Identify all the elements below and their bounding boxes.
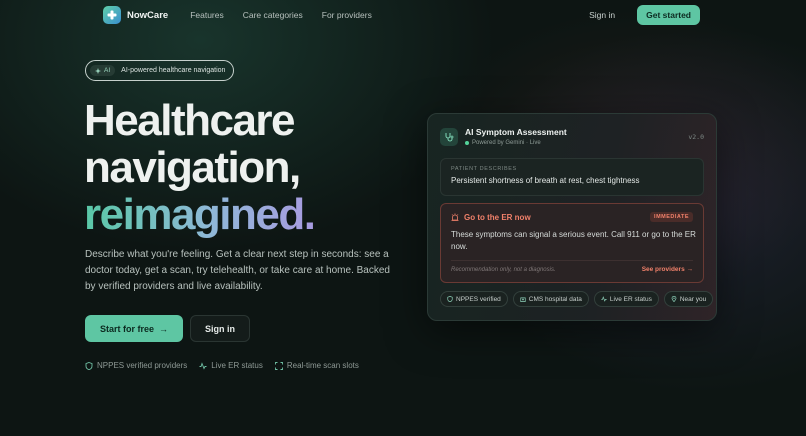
nav-links: Features Care categories For providers xyxy=(190,10,372,20)
start-free-label: Start for free xyxy=(99,323,154,334)
chip-nppes[interactable]: NPPES verified xyxy=(440,291,508,307)
er-divider xyxy=(451,260,693,261)
trust-item-scan: Real-time scan slots xyxy=(274,361,359,370)
nav-actions: Sign in Get started xyxy=(589,5,700,25)
scan-icon xyxy=(274,361,283,370)
logo-icon[interactable] xyxy=(103,6,121,24)
sparkle-icon xyxy=(95,67,101,74)
location-pin-icon xyxy=(671,296,677,302)
chip-near-you-label: Near you xyxy=(679,295,707,303)
card-subtitle: Powered by Gemini · Live xyxy=(465,140,567,146)
live-dot-icon xyxy=(465,141,469,145)
nav-link-features[interactable]: Features xyxy=(190,10,224,20)
ai-pill-text: AI-powered healthcare navigation xyxy=(121,67,226,74)
er-title: Go to the ER now xyxy=(464,212,531,222)
card-chips: NPPES verified CMS hospital data Live ER… xyxy=(440,291,714,307)
card-subtitle-text: Powered by Gemini · Live xyxy=(472,140,541,146)
siren-icon xyxy=(451,213,459,221)
er-header: Go to the ER now IMMEDIATE xyxy=(451,212,693,222)
hero-description: Describe what you're feeling. Get a clea… xyxy=(85,249,390,292)
headline-line-1: Healthcare xyxy=(84,96,296,145)
arrow-right-icon: → xyxy=(686,266,694,273)
chip-er-status-label: Live ER status xyxy=(609,295,652,303)
shield-icon xyxy=(85,361,93,370)
chip-nppes-label: NPPES verified xyxy=(456,295,501,303)
arrow-right-icon: → xyxy=(159,323,168,334)
hero-signin-button[interactable]: Sign in xyxy=(190,315,250,342)
hospital-icon xyxy=(520,297,526,302)
hero-headline: Healthcare navigation, reimagined. xyxy=(84,96,316,239)
chip-er-status[interactable]: Live ER status xyxy=(593,291,659,307)
ai-badge-label: AI xyxy=(104,67,111,74)
brand-name[interactable]: NowCare xyxy=(127,10,168,21)
chip-cms[interactable]: CMS hospital data xyxy=(512,291,589,307)
stethoscope-icon xyxy=(440,127,458,146)
chip-near-you[interactable]: Near you xyxy=(663,291,714,307)
see-providers-label: See providers xyxy=(641,266,685,273)
shield-icon xyxy=(447,296,453,302)
nav-link-for-providers[interactable]: For providers xyxy=(322,10,372,20)
patient-text: Persistent shortness of breath at rest, … xyxy=(451,176,640,185)
trust-item-nppes: NPPES verified providers xyxy=(85,361,187,370)
top-nav: NowCare Features Care categories For pro… xyxy=(103,5,700,25)
see-providers-link[interactable]: See providers → xyxy=(642,266,693,273)
trust-item-nppes-label: NPPES verified providers xyxy=(97,361,188,370)
pulse-icon xyxy=(601,296,607,302)
symptom-assessment-card: AI Symptom Assessment Powered by Gemini … xyxy=(427,113,717,321)
patient-box: PATIENT DESCRIBES Persistent shortness o… xyxy=(440,158,704,196)
headline-line-3: reimagined. xyxy=(84,190,316,239)
chip-cms-label: CMS hospital data xyxy=(528,295,582,303)
immediate-badge: IMMEDIATE xyxy=(650,212,693,222)
version-label: v2.0 xyxy=(688,133,704,141)
card-header: AI Symptom Assessment Powered by Gemini … xyxy=(440,127,567,146)
trust-item-er-label: Live ER status xyxy=(211,361,263,370)
card-title: AI Symptom Assessment xyxy=(465,127,567,137)
nav-signin-link[interactable]: Sign in xyxy=(589,10,615,20)
card-title-group: AI Symptom Assessment Powered by Gemini … xyxy=(465,127,567,146)
get-started-button[interactable]: Get started xyxy=(637,5,700,25)
trust-item-er: Live ER status xyxy=(199,361,263,370)
er-disclaimer: Recommendation only, not a diagnosis. xyxy=(451,266,556,273)
er-recommendation-box: Go to the ER now IMMEDIATE These symptom… xyxy=(440,203,704,283)
nav-link-care-categories[interactable]: Care categories xyxy=(243,10,303,20)
headline-line-2: navigation, xyxy=(84,143,301,192)
er-text: These symptoms can signal a serious even… xyxy=(451,230,696,251)
patient-label: PATIENT DESCRIBES xyxy=(451,166,517,172)
ai-badge: AI xyxy=(90,65,116,76)
er-footer: Recommendation only, not a diagnosis. Se… xyxy=(451,266,693,273)
trust-item-scan-label: Real-time scan slots xyxy=(286,361,359,370)
trust-row: NPPES verified providers Live ER status … xyxy=(85,361,359,370)
pulse-icon xyxy=(199,361,207,370)
start-free-button[interactable]: Start for free → xyxy=(85,315,183,342)
ai-pill: AI AI-powered healthcare navigation xyxy=(85,60,235,81)
